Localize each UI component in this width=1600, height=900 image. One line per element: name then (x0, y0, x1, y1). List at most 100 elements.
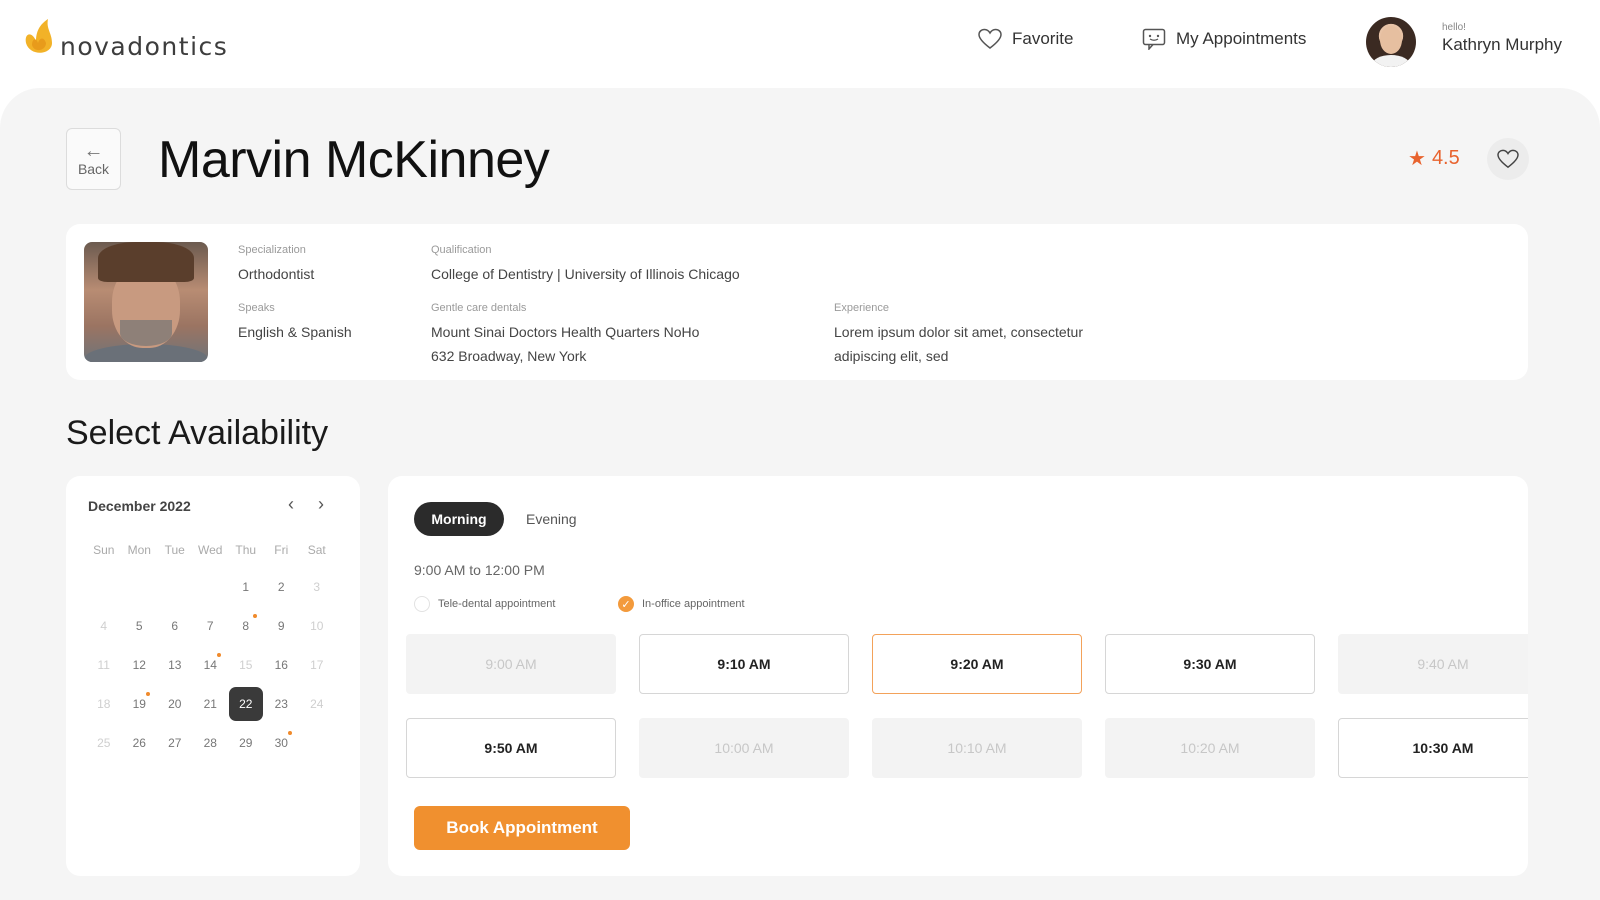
radio-unchecked-icon (414, 596, 430, 612)
user-name: Kathryn Murphy (1442, 35, 1562, 54)
calendar-day[interactable]: 15 (228, 646, 264, 685)
calendar-day-selected[interactable]: 22 (228, 685, 264, 724)
nav-favorite[interactable]: Favorite (978, 28, 1073, 50)
doctor-rating: ★ 4.5 (1408, 146, 1460, 171)
time-range: 9:00 AM to 12:00 PM (414, 562, 545, 578)
calendar-day[interactable]: 11 (86, 646, 122, 685)
experience-line1: Lorem ipsum dolor sit amet, consectetur (834, 324, 1083, 340)
tele-dental-option[interactable]: Tele-dental appointment (414, 596, 555, 612)
back-button[interactable]: ← Back (66, 128, 121, 190)
favorite-doctor-button[interactable] (1487, 138, 1529, 180)
calendar-day[interactable]: 27 (157, 724, 193, 763)
calendar-day[interactable]: 21 (193, 685, 229, 724)
time-slot-available[interactable]: 9:50 AM (406, 718, 616, 778)
calendar-day[interactable]: 14 (193, 646, 229, 685)
tooth-flame-icon (25, 18, 52, 53)
calendar-empty-cell (157, 568, 193, 607)
speaks-value: English & Spanish (238, 324, 352, 340)
calendar-day[interactable]: 6 (157, 607, 193, 646)
calendar-empty-cell (299, 724, 335, 763)
tab-evening[interactable]: Evening (526, 502, 577, 536)
in-office-option[interactable]: ✓ In-office appointment (618, 596, 745, 612)
time-slot-disabled: 10:00 AM (639, 718, 849, 778)
chat-calendar-icon (1142, 28, 1166, 50)
time-slots-panel: Morning Evening 9:00 AM to 12:00 PM Tele… (388, 476, 1528, 876)
calendar-day[interactable]: 16 (264, 646, 300, 685)
calendar-day[interactable]: 4 (86, 607, 122, 646)
tab-morning[interactable]: Morning (414, 502, 504, 536)
heart-icon (978, 28, 1002, 49)
speaks-field: Speaks English & Spanish (238, 302, 352, 344)
calendar-day[interactable]: 19 (122, 685, 158, 724)
calendar-day[interactable]: 24 (299, 685, 335, 724)
calendar-day[interactable]: 5 (122, 607, 158, 646)
calendar-day[interactable]: 18 (86, 685, 122, 724)
qualification-value: College of Dentistry | University of Ill… (431, 266, 740, 282)
calendar-day[interactable]: 10 (299, 607, 335, 646)
speaks-label: Speaks (238, 302, 275, 314)
specialization-value: Orthodontist (238, 266, 315, 282)
tele-dental-label: Tele-dental appointment (438, 598, 556, 610)
user-greeting[interactable]: hello! Kathryn Murphy (1442, 22, 1562, 55)
calendar-day[interactable]: 9 (264, 607, 300, 646)
time-slot-selected[interactable]: 9:20 AM (872, 634, 1082, 694)
calendar-day[interactable]: 25 (86, 724, 122, 763)
main-panel: ← Back Marvin McKinney ★ 4.5 Specializat… (0, 88, 1600, 900)
time-slot-available[interactable]: 10:30 AM (1338, 718, 1528, 778)
calendar-empty-cell (86, 568, 122, 607)
calendar-day[interactable]: 8 (228, 607, 264, 646)
calendar-day[interactable]: 26 (122, 724, 158, 763)
time-slot-disabled: 9:00 AM (406, 634, 616, 694)
qualification-label: Qualification (431, 244, 492, 256)
time-slot-disabled: 9:40 AM (1338, 634, 1528, 694)
chevron-left-icon[interactable]: ‹ (288, 494, 294, 515)
brand-logo[interactable]: novadontics (22, 16, 228, 61)
weekday-label: Sat (307, 543, 326, 557)
availability-title: Select Availability (66, 414, 329, 452)
clinic-label: Gentle care dentals (431, 302, 527, 314)
calendar-day[interactable]: 17 (299, 646, 335, 685)
calendar-day[interactable]: 3 (299, 568, 335, 607)
calendar-month: December 2022 (88, 498, 191, 514)
weekday-label: Fri (274, 543, 289, 557)
weekday-label: Tue (164, 543, 185, 557)
calendar-day[interactable]: 23 (264, 685, 300, 724)
calendar-day[interactable]: 1 (228, 568, 264, 607)
nav-favorite-label: Favorite (1012, 29, 1074, 48)
user-avatar[interactable] (1366, 17, 1416, 67)
nav-appointments-label: My Appointments (1176, 29, 1307, 48)
in-office-label: In-office appointment (642, 598, 745, 610)
time-slot-disabled: 10:20 AM (1105, 718, 1315, 778)
time-slot-available[interactable]: 9:10 AM (639, 634, 849, 694)
weekday-label: Mon (127, 543, 151, 557)
qualification-field: Qualification College of Dentistry | Uni… (431, 244, 740, 286)
rating-value: 4.5 (1431, 147, 1460, 169)
doctor-photo (84, 242, 208, 362)
calendar: December 2022 ‹ › Sun Mon Tue Wed Thu Fri Sat 1… (66, 476, 360, 876)
arrow-left-icon: ← (83, 140, 104, 162)
top-navigation: novadontics Favorite My Appointments hel… (0, 0, 1600, 88)
calendar-day[interactable]: 20 (157, 685, 193, 724)
experience-line2: adipiscing elit, sed (834, 348, 949, 364)
star-icon: ★ (1408, 148, 1426, 170)
time-slot-available[interactable]: 9:30 AM (1105, 634, 1315, 694)
nav-my-appointments[interactable]: My Appointments (1142, 28, 1306, 50)
chevron-right-icon[interactable]: › (318, 494, 324, 515)
calendar-day[interactable]: 28 (193, 724, 229, 763)
calendar-day[interactable]: 12 (122, 646, 158, 685)
calendar-grid: Sun Mon Tue Wed Thu Fri Sat 1 2 3 4 5 6 7 8 9 10 11 12 13 14… (86, 532, 336, 763)
clinic-line2: 632 Broadway, New York (431, 348, 587, 364)
doctor-name: Marvin McKinney (158, 131, 550, 189)
weekday-label: Sun (93, 543, 115, 557)
calendar-day[interactable]: 29 (228, 724, 264, 763)
time-slot-disabled: 10:10 AM (872, 718, 1082, 778)
specialization-label: Specialization (238, 244, 306, 256)
calendar-day[interactable]: 13 (157, 646, 193, 685)
calendar-day[interactable]: 30 (264, 724, 300, 763)
book-appointment-button[interactable]: Book Appointment (414, 806, 630, 850)
specialization-field: Specialization Orthodontist (238, 244, 314, 286)
calendar-day[interactable]: 7 (193, 607, 229, 646)
experience-field: Experience Lorem ipsum dolor sit amet, c… (834, 302, 1083, 368)
calendar-day[interactable]: 2 (264, 568, 300, 607)
calendar-empty-cell (122, 568, 158, 607)
